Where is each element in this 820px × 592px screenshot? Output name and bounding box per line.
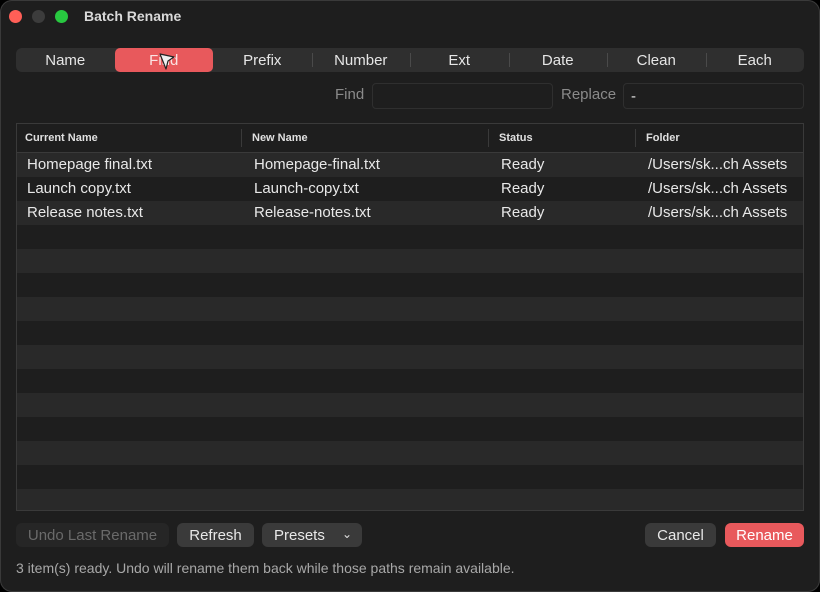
empty-row	[17, 321, 803, 345]
mode-tabs: Name Find Prefix Number Ext Date Clean E…	[16, 48, 804, 72]
tab-prefix[interactable]: Prefix	[213, 48, 312, 72]
table-row[interactable]: Release notes.txt Release-notes.txt Read…	[17, 201, 803, 225]
column-header-folder[interactable]: Folder	[646, 124, 680, 152]
empty-row	[17, 489, 803, 510]
tab-name[interactable]: Name	[16, 48, 115, 72]
files-table: Current Name New Name Status Folder Home…	[16, 123, 804, 511]
folder-cell: /Users/sk...ch Assets	[648, 156, 788, 173]
status-cell: Ready	[501, 156, 545, 173]
tab-find[interactable]: Find	[114, 48, 213, 72]
presets-popup-button[interactable]: Presets ⌄	[262, 523, 362, 547]
new-name-cell: Launch-copy.txt	[254, 180, 359, 197]
zoom-window-button[interactable]	[55, 10, 68, 23]
replace-input[interactable]	[623, 83, 804, 109]
undo-last-rename-button[interactable]: Undo Last Rename	[16, 523, 169, 547]
tab-clean[interactable]: Clean	[607, 48, 706, 72]
column-header-status[interactable]: Status	[499, 124, 533, 152]
folder-cell: /Users/sk...ch Assets	[648, 180, 788, 197]
current-name-cell: Launch copy.txt	[27, 180, 131, 197]
table-row[interactable]: Homepage final.txt Homepage-final.txt Re…	[17, 153, 803, 177]
minimize-window-button[interactable]	[32, 10, 45, 23]
empty-row	[17, 273, 803, 297]
refresh-button[interactable]: Refresh	[177, 523, 254, 547]
column-divider[interactable]	[241, 129, 242, 147]
empty-row	[17, 441, 803, 465]
table-row[interactable]: Launch copy.txt Launch-copy.txt Ready /U…	[17, 177, 803, 201]
empty-row	[17, 345, 803, 369]
status-cell: Ready	[501, 204, 545, 221]
column-divider[interactable]	[488, 129, 489, 147]
tab-each[interactable]: Each	[705, 48, 805, 72]
title-bar: Batch Rename	[0, 0, 820, 32]
column-header-current-name[interactable]: Current Name	[25, 124, 98, 152]
rename-button[interactable]: Rename	[725, 523, 804, 547]
empty-row	[17, 465, 803, 489]
chevron-down-icon: ⌄	[342, 527, 353, 541]
new-name-cell: Release-notes.txt	[254, 204, 371, 221]
batch-rename-window: Batch Rename Name Find Prefix Number Ext…	[0, 0, 820, 592]
new-name-cell: Homepage-final.txt	[254, 156, 380, 173]
table-body: Homepage final.txt Homepage-final.txt Re…	[17, 153, 803, 510]
column-divider[interactable]	[635, 129, 636, 147]
window-title: Batch Rename	[84, 8, 182, 24]
tab-ext[interactable]: Ext	[410, 48, 509, 72]
empty-row	[17, 417, 803, 441]
empty-row	[17, 225, 803, 249]
cancel-button[interactable]: Cancel	[645, 523, 716, 547]
status-message: 3 item(s) ready. Undo will rename them b…	[16, 560, 515, 576]
empty-row	[17, 249, 803, 273]
folder-cell: /Users/sk...ch Assets	[648, 204, 788, 221]
tab-date[interactable]: Date	[508, 48, 608, 72]
find-label: Find	[335, 86, 365, 103]
find-input[interactable]	[372, 83, 553, 109]
column-header-new-name[interactable]: New Name	[252, 124, 308, 152]
close-window-button[interactable]	[9, 10, 22, 23]
presets-label: Presets	[274, 526, 325, 544]
empty-row	[17, 369, 803, 393]
current-name-cell: Homepage final.txt	[27, 156, 153, 173]
current-name-cell: Release notes.txt	[27, 204, 143, 221]
empty-row	[17, 297, 803, 321]
table-header: Current Name New Name Status Folder	[17, 124, 803, 153]
replace-label: Replace	[561, 86, 617, 103]
empty-row	[17, 393, 803, 417]
tab-number[interactable]: Number	[311, 48, 411, 72]
status-cell: Ready	[501, 180, 545, 197]
